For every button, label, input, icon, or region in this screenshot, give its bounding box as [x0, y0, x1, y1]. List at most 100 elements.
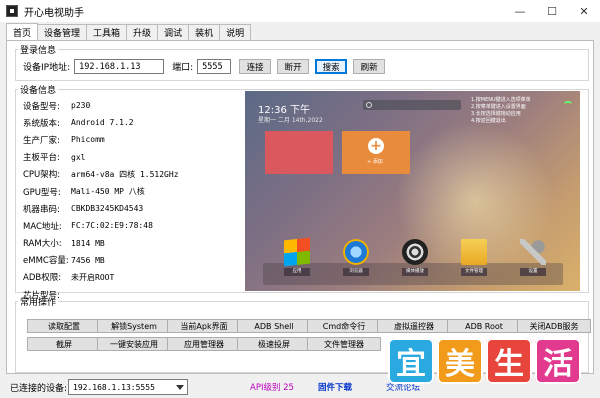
adb-shell-button[interactable]: ADB Shell — [237, 319, 311, 333]
info-key: 设备型号: — [23, 101, 60, 112]
info-row: 生产厂家: Phicomm — [23, 131, 243, 148]
info-row: GPU型号: Mali-450 MP 八核 — [23, 183, 243, 200]
tv-date: 星期一 二月 14th,2022 — [258, 117, 323, 124]
info-key: 系统版本: — [23, 118, 60, 129]
info-row: ADB权限: 未开启ROOT — [23, 269, 243, 286]
tv-add-label: + 添加 — [367, 159, 383, 165]
tab-toolbox[interactable]: 工具箱 — [86, 24, 128, 40]
app-logo-icon — [6, 5, 18, 17]
info-key: ADB权限: — [23, 273, 62, 284]
ip-label: 设备IP地址: — [23, 63, 71, 73]
search-button[interactable]: 搜索 — [315, 59, 348, 74]
tab-home[interactable]: 首页 — [6, 23, 39, 40]
fast-cast-button[interactable]: 极速投屏 — [237, 337, 311, 351]
virtual-remote-button[interactable]: 虚拟遥控器 — [377, 319, 451, 333]
info-row: 系统版本: Android 7.1.2 — [23, 114, 243, 131]
tv-app-label: 设置 — [520, 268, 546, 276]
tab-help[interactable]: 说明 — [219, 24, 252, 40]
tv-app: 设置 — [511, 239, 555, 276]
tv-notes: 1.按MENU键进入选项菜单 2.按菜单键进入设置界面 3.长按选择键拖动应用 … — [471, 97, 541, 125]
media-player-icon — [402, 239, 428, 265]
info-row: 机器串码: CBKDB3245KD4543 — [23, 200, 243, 217]
info-value: FC:7C:02:E9:78:48 — [71, 221, 153, 231]
info-row: MAC地址: FC:7C:02:E9:78:48 — [23, 217, 243, 234]
info-key: 生产厂家: — [23, 135, 60, 146]
title-bar: 开心电视助手 — ☐ ✕ — [0, 0, 600, 22]
tv-app: 应用 — [275, 237, 319, 276]
current-apk-button[interactable]: 当前Apk界面 — [167, 319, 241, 333]
info-value: Phicomm — [71, 135, 105, 145]
tab-install[interactable]: 装机 — [188, 24, 221, 40]
window-controls: — ☐ ✕ — [504, 0, 600, 22]
tv-note: 3.长按选择键拖动应用 — [471, 111, 521, 117]
info-row: RAM大小: 1814 MB — [23, 235, 243, 252]
firmware-download-link[interactable]: 固件下载 — [318, 381, 352, 393]
connect-button[interactable]: 连接 — [239, 59, 272, 74]
info-key: RAM大小: — [23, 239, 62, 250]
close-adb-button[interactable]: 关闭ADB服务 — [517, 319, 591, 333]
watermark-logo: 宜 美 生 活 — [388, 338, 586, 386]
read-config-button[interactable]: 读取配置 — [27, 319, 101, 333]
folder-icon — [461, 239, 487, 265]
connected-device-select[interactable]: 192.168.1.13:5555 — [68, 379, 188, 395]
tv-app: 浏览器 — [334, 239, 378, 276]
home-panel: 登录信息 设备IP地址: 192.168.1.13 端口: 5555 连接 断开… — [6, 40, 594, 374]
file-manager-button[interactable]: 文件管理器 — [307, 337, 381, 351]
info-value: 7456 MB — [71, 255, 105, 265]
tv-app-label: 媒体播放 — [402, 268, 428, 276]
tv-app-label: 文件管理 — [461, 268, 487, 276]
port-label: 端口: — [172, 63, 194, 73]
close-icon[interactable]: ✕ — [568, 0, 600, 22]
minimize-icon[interactable]: — — [504, 0, 536, 22]
info-key: eMMC容量: — [23, 256, 69, 267]
port-input[interactable]: 5555 — [197, 59, 232, 74]
tv-time: 12:36 下午 — [258, 105, 310, 116]
connected-device-value: 192.168.1.13:5555 — [73, 382, 155, 392]
tv-app-label: 浏览器 — [343, 268, 369, 276]
watermark-char: 宜 — [388, 338, 434, 384]
device-info-legend: 设备信息 — [20, 86, 57, 96]
maximize-icon[interactable]: ☐ — [536, 0, 568, 22]
info-row: 设备型号: p230 — [23, 97, 243, 114]
tv-screenshot: 12:36 下午 星期一 二月 14th,2022 1.按MENU键进入选项菜单… — [245, 91, 580, 291]
info-key: MAC地址: — [23, 221, 62, 232]
install-app-button[interactable]: 一键安装应用 — [97, 337, 171, 351]
connected-device-label: 已连接的设备: — [10, 384, 68, 394]
info-key: CPU架构: — [23, 170, 61, 181]
tab-device-management[interactable]: 设备管理 — [37, 24, 88, 40]
plus-icon: + — [368, 138, 384, 154]
wifi-icon — [564, 101, 572, 107]
tv-note: 4.按返回键退出 — [471, 118, 506, 124]
info-value: arm64-v8a 四核 1.512GHz — [71, 169, 179, 179]
info-value: 1814 MB — [71, 238, 105, 248]
common-ops-legend: 常用操作 — [20, 298, 57, 308]
disconnect-button[interactable]: 断开 — [277, 59, 310, 74]
info-key: GPU型号: — [23, 187, 61, 198]
cmd-button[interactable]: Cmd命令行 — [307, 319, 381, 333]
tab-upgrade[interactable]: 升级 — [126, 24, 159, 40]
app-manager-button[interactable]: 应用管理器 — [167, 337, 241, 351]
watermark-char: 生 — [486, 338, 532, 384]
window-title: 开心电视助手 — [24, 7, 84, 19]
info-row: eMMC容量: 7456 MB — [23, 252, 243, 269]
info-row: 主板平台: gxl — [23, 149, 243, 166]
tv-app: 文件管理 — [452, 239, 496, 276]
chevron-down-icon — [176, 385, 184, 390]
info-value: Android 7.1.2 — [71, 118, 134, 128]
info-key: 主板平台: — [23, 153, 60, 164]
screenshot-button[interactable]: 截屏 — [27, 337, 101, 351]
info-key: 机器串码: — [23, 204, 60, 215]
unlock-system-button[interactable]: 解锁System — [97, 319, 171, 333]
info-value: 未开启ROOT — [71, 272, 115, 282]
info-value: CBKDB3245KD4543 — [71, 204, 144, 214]
adb-root-button[interactable]: ADB Root — [447, 319, 521, 333]
login-row: 设备IP地址: 192.168.1.13 端口: 5555 连接 断开 搜索 刷… — [23, 59, 386, 74]
info-value: gxl — [71, 152, 86, 162]
ip-input[interactable]: 192.168.1.13 — [74, 59, 165, 74]
tv-note: 2.按菜单键进入设置界面 — [471, 104, 526, 110]
info-value: p230 — [71, 101, 91, 111]
refresh-button[interactable]: 刷新 — [353, 59, 386, 74]
watermark-char: 美 — [437, 338, 483, 384]
tab-debug[interactable]: 调试 — [157, 24, 190, 40]
tv-card — [265, 131, 333, 174]
